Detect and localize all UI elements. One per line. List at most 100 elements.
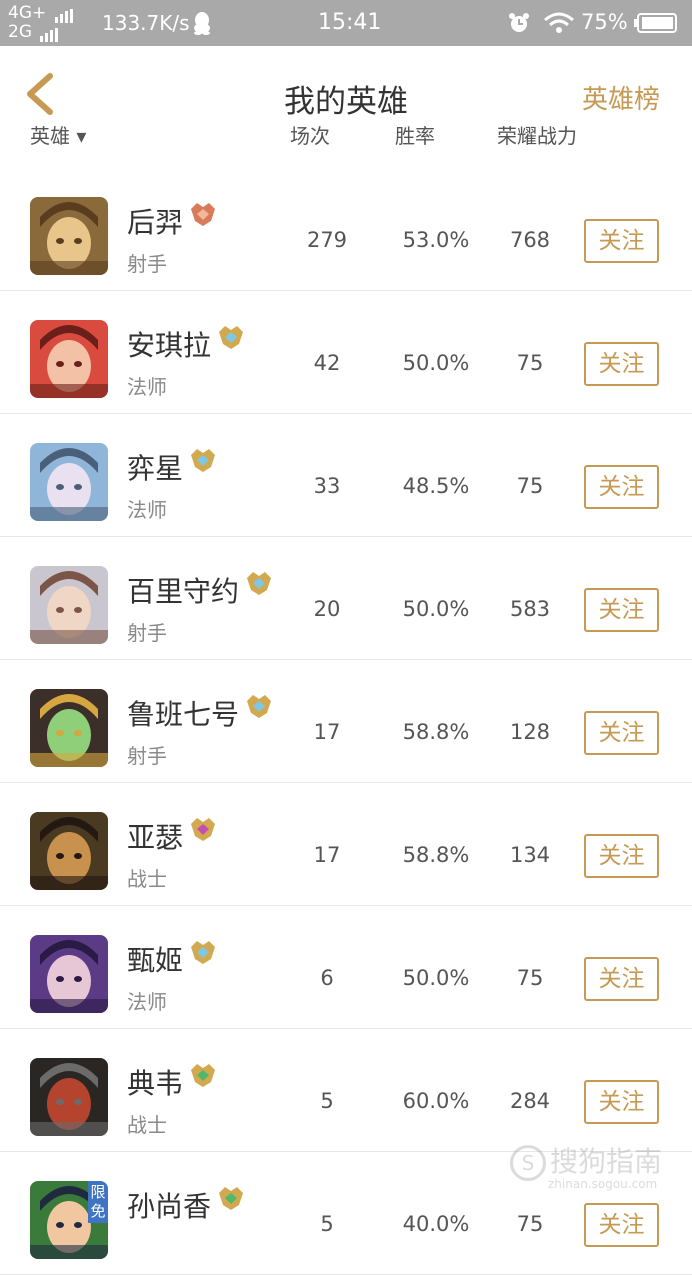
hero-row[interactable]: 后羿 射手 279 53.0% 768 关注: [0, 168, 692, 291]
hero-power: 284: [509, 1089, 551, 1113]
games-count: 17: [313, 843, 341, 867]
win-rate: 58.8%: [402, 843, 470, 867]
hero-power: 134: [509, 843, 551, 867]
battery-percent: 75%: [581, 10, 628, 34]
column-games[interactable]: 场次: [290, 122, 330, 149]
hero-name: 鲁班七号: [127, 698, 240, 731]
column-winrate[interactable]: 胜率: [395, 122, 435, 149]
hero-power: 75: [516, 1212, 544, 1236]
gold-rank-icon: [247, 572, 272, 595]
gold-rank-icon: [191, 449, 216, 472]
hero-power: 583: [509, 597, 551, 621]
hero-row[interactable]: 典韦 战士 5 60.0% 284 关注: [0, 1029, 692, 1152]
win-rate: 53.0%: [402, 228, 470, 252]
status-bar: 4G+ 2G 133.7K/s 15:41 75%: [0, 0, 692, 46]
win-rate: 50.0%: [402, 966, 470, 990]
hero-role: 射手: [127, 252, 167, 276]
follow-button[interactable]: 关注: [584, 1080, 659, 1124]
hero-name-line: 后羿: [127, 201, 217, 241]
win-rate: 50.0%: [402, 351, 470, 375]
hero-portrait-icon: [30, 812, 108, 890]
win-rate: 60.0%: [402, 1089, 470, 1113]
hero-name-line: 鲁班七号: [127, 693, 273, 733]
hero-role: 法师: [127, 375, 167, 399]
hero-avatar[interactable]: [30, 443, 108, 521]
hero-power: 75: [516, 474, 544, 498]
follow-button[interactable]: 关注: [584, 711, 659, 755]
win-rate: 48.5%: [402, 474, 470, 498]
hero-avatar[interactable]: [30, 1058, 108, 1136]
network-speed: 133.7K/s: [102, 11, 190, 35]
follow-button[interactable]: 关注: [584, 342, 659, 386]
hero-avatar[interactable]: [30, 320, 108, 398]
hero-avatar[interactable]: [30, 566, 108, 644]
follow-button[interactable]: 关注: [584, 1203, 659, 1247]
follow-button[interactable]: 关注: [584, 957, 659, 1001]
hero-row[interactable]: 鲁班七号 射手 17 58.8% 128 关注: [0, 660, 692, 783]
hero-name: 后羿: [127, 206, 184, 239]
win-rate: 40.0%: [402, 1212, 470, 1236]
hero-power: 75: [516, 966, 544, 990]
games-count: 6: [320, 966, 334, 990]
games-count: 5: [320, 1212, 334, 1236]
hero-role: 战士: [127, 1113, 167, 1137]
hero-name-line: 甄姬: [127, 939, 217, 979]
purple-rank-icon: [191, 818, 216, 841]
follow-button[interactable]: 关注: [584, 219, 659, 263]
free-badge: 限免: [88, 1181, 108, 1223]
hero-avatar[interactable]: 限免: [30, 1181, 108, 1259]
games-count: 5: [320, 1089, 334, 1113]
hero-avatar[interactable]: [30, 812, 108, 890]
games-count: 17: [313, 720, 341, 744]
hero-role: 射手: [127, 621, 167, 645]
clock: 15:41: [318, 10, 382, 35]
gold-rank-icon: [247, 695, 272, 718]
hero-ranking-link[interactable]: 英雄榜: [582, 79, 660, 116]
hero-row[interactable]: 亚瑟 战士 17 58.8% 134 关注: [0, 783, 692, 906]
hero-power: 75: [516, 351, 544, 375]
hero-portrait-icon: [30, 935, 108, 1013]
hero-name: 安琪拉: [127, 329, 212, 362]
follow-button[interactable]: 关注: [584, 465, 659, 509]
follow-button[interactable]: 关注: [584, 834, 659, 878]
hero-avatar[interactable]: [30, 689, 108, 767]
hero-name-line: 百里守约: [127, 570, 273, 610]
hero-name-line: 亚瑟: [127, 816, 217, 856]
hero-row[interactable]: 甄姬 法师 6 50.0% 75 关注: [0, 906, 692, 1029]
hero-portrait-icon: [30, 320, 108, 398]
hero-row[interactable]: 安琪拉 法师 42 50.0% 75 关注: [0, 291, 692, 414]
hero-row[interactable]: 百里守约 射手 20 50.0% 583 关注: [0, 537, 692, 660]
bronze-rank-icon: [191, 203, 216, 226]
column-hero-sort[interactable]: 英雄 ▾: [30, 122, 86, 149]
hero-portrait-icon: [30, 197, 108, 275]
qq-icon: [194, 12, 210, 35]
hero-portrait-icon: [30, 443, 108, 521]
hero-row[interactable]: 限免 孙尚香 5 40.0% 75 关注: [0, 1152, 692, 1275]
hero-avatar[interactable]: [30, 197, 108, 275]
games-count: 279: [306, 228, 348, 252]
green-rank-icon: [219, 1187, 244, 1210]
hero-list: 后羿 射手 279 53.0% 768 关注 安琪拉 法师 42 50.0% 7…: [0, 168, 692, 1275]
column-header: 英雄 ▾ 场次 胜率 荣耀战力: [0, 122, 692, 169]
hero-name: 亚瑟: [127, 821, 184, 854]
hero-name: 百里守约: [127, 575, 240, 608]
hero-name: 典韦: [127, 1067, 184, 1100]
hero-name: 甄姬: [127, 944, 184, 977]
gold-rank-icon: [191, 941, 216, 964]
hero-name-line: 典韦: [127, 1062, 217, 1102]
hero-role: 法师: [127, 990, 167, 1014]
green-rank-icon: [191, 1064, 216, 1087]
hero-name: 弈星: [127, 452, 184, 485]
hero-row[interactable]: 弈星 法师 33 48.5% 75 关注: [0, 414, 692, 537]
follow-button[interactable]: 关注: [584, 588, 659, 632]
signal-icon: [40, 23, 60, 42]
hero-portrait-icon: [30, 566, 108, 644]
hero-role: 射手: [127, 744, 167, 768]
hero-name-line: 安琪拉: [127, 324, 245, 364]
hero-power: 768: [509, 228, 551, 252]
gold-rank-icon: [219, 326, 244, 349]
column-power[interactable]: 荣耀战力: [497, 122, 577, 149]
games-count: 20: [313, 597, 341, 621]
hero-avatar[interactable]: [30, 935, 108, 1013]
hero-name-line: 弈星: [127, 447, 217, 487]
